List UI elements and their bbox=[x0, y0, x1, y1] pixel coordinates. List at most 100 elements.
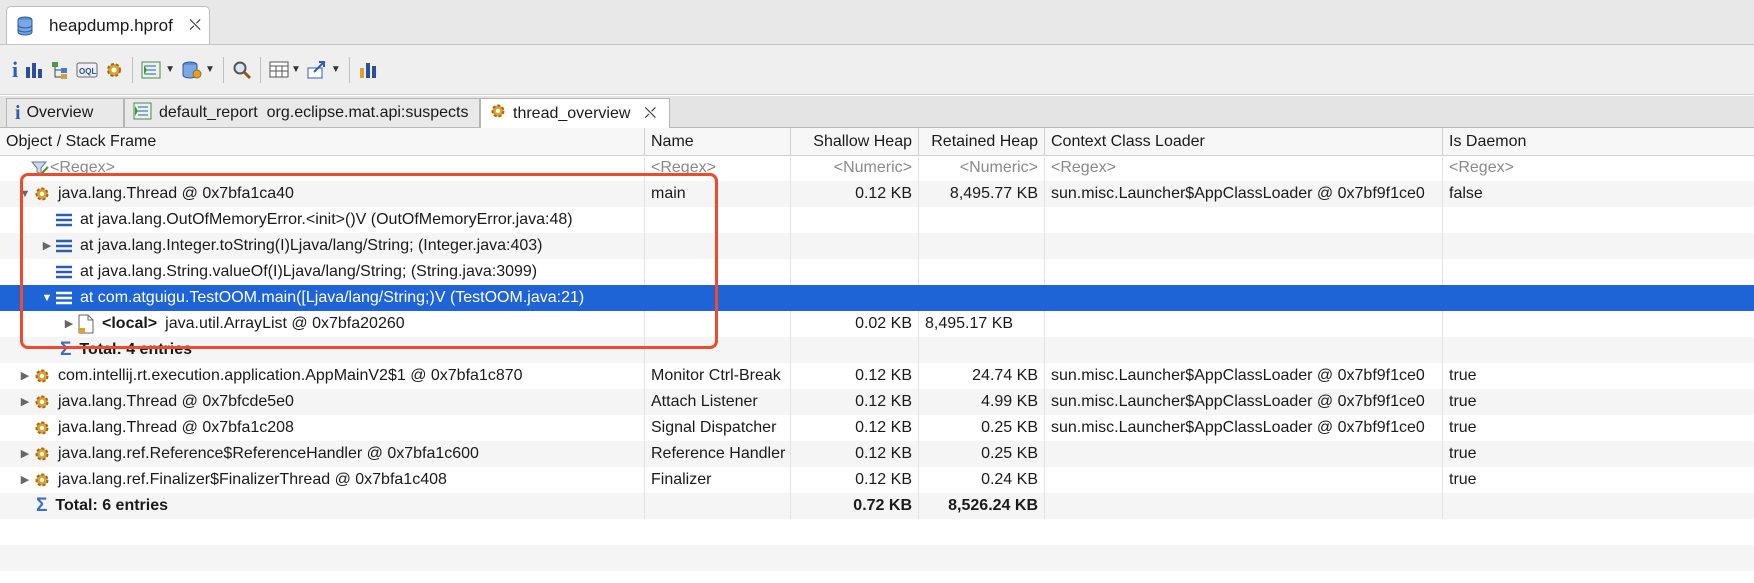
database-icon bbox=[15, 16, 35, 36]
report-icon bbox=[133, 102, 153, 125]
table-row[interactable]: ▶ java.lang.ref.Finalizer$FinalizerThrea… bbox=[0, 467, 1754, 493]
tab-label: thread_overview bbox=[513, 104, 631, 122]
collapsed-arrow-icon[interactable]: ▶ bbox=[18, 467, 32, 493]
row-shallow-heap: 0.12 KB bbox=[791, 389, 919, 415]
row-object: at java.lang.String.valueOf(I)Ljava/lang… bbox=[80, 263, 538, 280]
row-context-class-loader: sun.misc.Launcher$AppClassLoader @ 0x7bf… bbox=[1045, 415, 1443, 441]
collapsed-arrow-icon[interactable]: ▶ bbox=[18, 441, 32, 467]
row-object: java.lang.Thread @ 0x7bfa1c208 bbox=[58, 419, 294, 436]
column-header-is-daemon[interactable]: Is Daemon bbox=[1443, 128, 1754, 155]
table-row[interactable]: ▶ java.lang.ref.Reference$ReferenceHandl… bbox=[0, 441, 1754, 467]
info-icon[interactable]: i bbox=[12, 55, 18, 85]
oql-icon[interactable]: OQL bbox=[76, 55, 98, 85]
table-row[interactable]: at java.lang.OutOfMemoryError.<init>()V … bbox=[0, 207, 1754, 233]
row-is-daemon: false bbox=[1449, 185, 1483, 202]
filter-object[interactable]: <Regex> bbox=[0, 155, 645, 181]
editor-tab-strip: heapdump.hprof ⛌ bbox=[0, 0, 1754, 45]
row-object: java.lang.Thread @ 0x7bfa1ca40 bbox=[58, 185, 294, 202]
export-icon[interactable]: ▼ bbox=[307, 55, 341, 85]
table-row[interactable]: ▶ at java.lang.Integer.toString(I)Ljava/… bbox=[0, 233, 1754, 259]
chevron-down-icon[interactable]: ▼ bbox=[165, 64, 175, 75]
editor-tab-heapdump[interactable]: heapdump.hprof ⛌ bbox=[6, 6, 210, 44]
column-header-context-class-loader[interactable]: Context Class Loader bbox=[1045, 128, 1443, 155]
row-object: Total: 6 entries bbox=[55, 497, 169, 514]
collapsed-arrow-icon[interactable]: ▶ bbox=[62, 311, 76, 337]
dominator-tree-icon[interactable] bbox=[50, 55, 70, 85]
chevron-down-icon[interactable]: ▼ bbox=[205, 64, 215, 75]
thread-overview-icon[interactable] bbox=[104, 55, 124, 85]
chevron-down-icon[interactable]: ▼ bbox=[291, 64, 301, 75]
row-retained-heap: 8,495.77 KB bbox=[919, 181, 1045, 207]
row-object: Total: 4 entries bbox=[79, 341, 193, 358]
row-context-class-loader: sun.misc.Launcher$AppClassLoader @ 0x7bf… bbox=[1045, 181, 1443, 207]
collapsed-arrow-icon[interactable]: ▶ bbox=[18, 389, 32, 415]
filter-row: <Regex> <Regex> <Numeric> <Numeric> <Reg… bbox=[0, 155, 1754, 181]
close-icon[interactable]: ⛌ bbox=[644, 105, 656, 123]
filter-object-input[interactable]: <Regex> bbox=[50, 155, 115, 181]
column-header-name[interactable]: Name bbox=[645, 128, 791, 155]
collapsed-arrow-icon[interactable]: ▶ bbox=[18, 363, 32, 389]
query-browser-icon[interactable]: ▼ bbox=[181, 55, 215, 85]
filter-retained-heap[interactable]: <Numeric> bbox=[919, 155, 1045, 181]
row-object: java.lang.ref.Reference$ReferenceHandler… bbox=[58, 445, 479, 462]
filter-context-class-loader[interactable]: <Regex> bbox=[1045, 155, 1443, 181]
table-row[interactable]: java.lang.Thread @ 0x7bfa1c208 Signal Di… bbox=[0, 415, 1754, 441]
column-header-retained-heap[interactable]: Retained Heap bbox=[919, 128, 1045, 155]
row-object: at java.lang.OutOfMemoryError.<init>()V … bbox=[80, 211, 573, 228]
toolbar-separator bbox=[222, 56, 224, 83]
tab-default-report[interactable]: default_report org.eclipse.mat.api:suspe… bbox=[124, 98, 480, 127]
info-icon: i bbox=[15, 101, 21, 124]
collapsed-arrow-icon[interactable]: ▶ bbox=[40, 233, 54, 259]
row-object: java.lang.ref.Finalizer$FinalizerThread … bbox=[58, 471, 447, 488]
expanded-arrow-icon[interactable]: ▼ bbox=[40, 285, 54, 311]
row-name: Attach Listener bbox=[645, 389, 791, 415]
row-retained-heap: 8,495.17 KB bbox=[919, 311, 1045, 337]
row-shallow-heap: 0.12 KB bbox=[791, 415, 919, 441]
row-is-daemon: true bbox=[1449, 419, 1477, 436]
row-shallow-heap: 0.12 KB bbox=[791, 181, 919, 207]
row-name: Finalizer bbox=[645, 467, 791, 493]
filter-name[interactable]: <Regex> bbox=[645, 155, 791, 181]
row-object: com.intellij.rt.execution.application.Ap… bbox=[58, 367, 523, 384]
stack-frame-icon bbox=[54, 210, 74, 230]
row-object: at java.lang.Integer.toString(I)Ljava/la… bbox=[80, 237, 543, 254]
table-row[interactable]: ▼ java.lang.Thread @ 0x7bfa1ca40 main 0.… bbox=[0, 181, 1754, 207]
filter-is-daemon[interactable]: <Regex> bbox=[1443, 155, 1754, 181]
tab-label: Overview bbox=[26, 104, 94, 121]
empty-row bbox=[0, 545, 1754, 571]
thread-icon bbox=[32, 392, 52, 412]
table-row[interactable]: ▶ com.intellij.rt.execution.application.… bbox=[0, 363, 1754, 389]
table-row[interactable]: ▶ <local> java.util.ArrayList @ 0x7bfa20… bbox=[0, 311, 1754, 337]
close-icon[interactable]: ⛌ bbox=[189, 17, 201, 35]
table-row-total: Σ Total: 6 entries 0.72 KB 8,526.24 KB bbox=[0, 493, 1754, 519]
column-header-shallow-heap[interactable]: Shallow Heap bbox=[791, 128, 919, 155]
row-retained-heap: 4.99 KB bbox=[919, 389, 1045, 415]
table-row[interactable]: ▶ java.lang.Thread @ 0x7bfcde5e0 Attach … bbox=[0, 389, 1754, 415]
thread-icon bbox=[32, 470, 52, 490]
chevron-down-icon[interactable]: ▼ bbox=[331, 64, 341, 75]
row-context-class-loader: sun.misc.Launcher$AppClassLoader @ 0x7bf… bbox=[1045, 363, 1443, 389]
tab-thread-overview[interactable]: thread_overview ⛌ bbox=[480, 98, 670, 128]
thread-icon bbox=[32, 184, 52, 204]
table-row-selected[interactable]: ▼ at com.atguigu.TestOOM.main([Ljava/lan… bbox=[0, 285, 1754, 311]
table-row[interactable]: at java.lang.String.valueOf(I)Ljava/lang… bbox=[0, 259, 1754, 285]
row-name: main bbox=[645, 181, 791, 207]
row-object: at com.atguigu.TestOOM.main([Ljava/lang/… bbox=[80, 289, 585, 306]
tab-overview[interactable]: i Overview bbox=[6, 98, 124, 127]
table-layout-icon[interactable]: ▼ bbox=[269, 55, 301, 85]
row-retained-heap: 0.24 KB bbox=[919, 467, 1045, 493]
expanded-arrow-icon[interactable]: ▼ bbox=[18, 181, 32, 207]
row-retained-heap: 0.25 KB bbox=[919, 415, 1045, 441]
compare-icon[interactable] bbox=[358, 55, 378, 85]
thread-icon bbox=[32, 444, 52, 464]
row-shallow-heap: 0.12 KB bbox=[791, 363, 919, 389]
filter-shallow-heap[interactable]: <Numeric> bbox=[791, 155, 919, 181]
toolbar-separator bbox=[348, 56, 350, 83]
report-icon[interactable]: ▼ bbox=[141, 55, 175, 85]
column-header-object[interactable]: Object / Stack Frame bbox=[0, 128, 645, 155]
row-retained-heap: 24.74 KB bbox=[919, 363, 1045, 389]
search-icon[interactable] bbox=[232, 55, 252, 85]
row-object: java.lang.Thread @ 0x7bfcde5e0 bbox=[58, 393, 294, 410]
sigma-icon: Σ bbox=[60, 339, 72, 360]
histogram-icon[interactable] bbox=[24, 55, 44, 85]
